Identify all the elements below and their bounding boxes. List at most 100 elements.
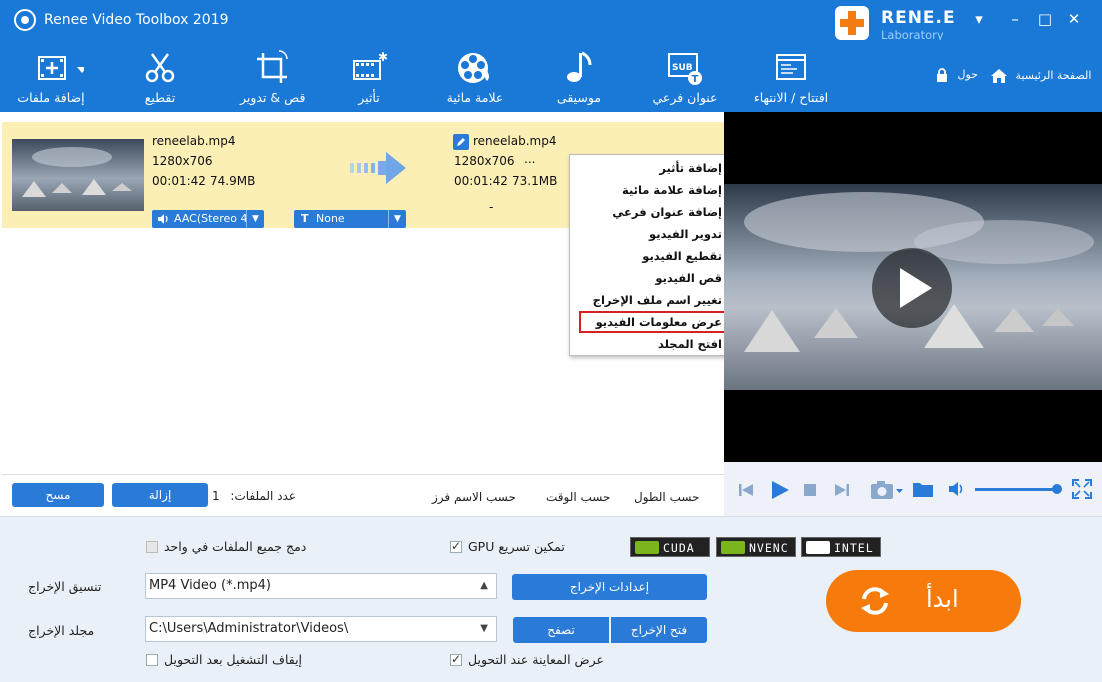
preview-label: عرض المعاينة عند التحويل [468,652,605,667]
scissors-icon [145,53,175,83]
home-link[interactable]: الصفحة الرئيسية [990,68,1091,84]
add-files-button[interactable]: إضافة ملفات [14,40,88,112]
effect-button[interactable]: ✱ تأثير [344,40,394,112]
play-icon[interactable] [770,480,790,500]
camera-icon[interactable] [870,479,904,501]
open-close-button[interactable]: افتتاح / الانتهاء [750,40,832,112]
sort-by-time[interactable]: حسب الوقت [546,490,610,504]
close-button[interactable]: ✕ [1063,8,1085,30]
start-button[interactable]: ابدأ [826,570,1021,632]
brand-name: RENE.E [881,8,956,28]
previous-icon[interactable] [738,482,754,498]
list-action-bar: مسح إزالة 1 عدد الملفات: حسب الاسم فرز ح… [2,474,724,516]
speaker-icon [158,214,168,224]
browse-button[interactable]: تصفح [513,617,609,643]
crop-rotate-button[interactable]: قص & تدوير [240,40,305,112]
svg-text:SUB: SUB [672,63,693,73]
film-reel-icon [458,53,489,83]
window-icon [776,54,806,80]
preview-checkbox[interactable] [450,652,462,666]
music-note-icon [567,51,592,82]
source-duration: 00:01:42 [152,174,206,188]
audio-track-select[interactable]: AAC(Stereo 4 ▼ [152,210,264,228]
output-size: 73.1MB [512,174,558,188]
file-count-value: 1 [212,489,220,503]
volume-slider-track[interactable] [975,488,1057,491]
fullscreen-icon[interactable] [1072,479,1092,499]
menu-dropdown-button[interactable]: ▾ [968,8,990,30]
source-size: 74.9MB [210,174,256,188]
title-bar: Renee Video Toolbox 2019 RENE.E Laborato… [0,0,1102,42]
subtitle-button[interactable]: SUB T عنوان فرعي [650,40,720,112]
chevron-down-icon: ▼ [480,623,488,634]
player-controls [724,462,1102,516]
gpu-checkbox[interactable] [450,539,462,553]
chevron-down-icon: ▼ [388,210,406,228]
maximize-button[interactable]: □ [1034,8,1056,30]
svg-text:✱: ✱ [378,50,388,64]
cuda-badge: CUDA [630,537,710,557]
merge-checkbox[interactable] [146,541,158,553]
chevron-up-icon: ▲ [480,580,488,591]
format-label: تنسيق الإخراج [28,579,102,594]
minimize-button[interactable]: – [1004,8,1026,30]
source-resolution: 1280x706 [152,154,213,168]
menu-item-add-effect[interactable]: إضافة تأثير [659,161,722,175]
preview-frame [724,112,1102,462]
music-button[interactable]: موسيقى [552,40,606,112]
refresh-icon [861,587,889,615]
chevron-down-icon: ▼ [246,210,264,228]
output-duration: 00:01:42 [454,174,508,188]
video-thumbnail [12,139,144,211]
lock-icon [937,68,947,82]
stop-icon[interactable] [804,484,816,496]
sort-by-name[interactable]: حسب الاسم فرز [432,490,516,504]
about-link[interactable]: حول [936,68,978,82]
menu-item-cut-video[interactable]: تقطيع الفيديو [642,249,722,263]
sort-by-length[interactable]: حسب الطول [634,490,699,504]
menu-item-open-folder[interactable]: افتح المجلد [658,337,722,351]
remove-button[interactable]: إزالة [112,483,208,507]
menu-item-rotate-video[interactable]: تدوير الفيديو [649,227,722,241]
output-filename: reneelab.mp4 [473,134,557,148]
cut-button[interactable]: تقطيع [134,40,186,112]
menu-item-add-subtitle[interactable]: إضافة عنوان فرعي [612,205,722,219]
watermark-button[interactable]: علامة مائية [442,40,508,112]
effect-film-icon: ✱ [353,50,388,80]
output-folder-field[interactable]: C:\Users\Administrator\Videos\ ▼ [145,616,497,642]
dash-placeholder: - [489,200,494,214]
output-format-select[interactable]: MP4 Video (*.mp4) ▲ [145,573,497,599]
volume-slider-handle[interactable] [1052,484,1062,494]
folder-icon[interactable] [912,480,934,498]
nvidia-icon [635,541,659,554]
volume-icon[interactable] [948,481,966,497]
shutdown-label: إيقاف التشغيل بعد التحويل [164,652,303,667]
source-filename: reneelab.mp4 [152,134,236,148]
menu-item-add-watermark[interactable]: إضافة علامة مائية [622,183,722,197]
app-logo-icon [14,9,36,31]
subtitle-track-select[interactable]: T None ▼ [294,210,406,228]
file-count-label: عدد الملفات: [230,489,296,503]
menu-item-crop-video[interactable]: قص الفيديو [655,271,722,285]
more-options-icon[interactable]: ... [524,152,535,166]
menu-item-video-info[interactable]: عرض معلومات الفيديو [596,315,722,329]
shutdown-checkbox[interactable] [146,654,158,666]
nvenc-badge: NVENC [716,537,796,557]
folder-label: مجلد الإخراج [28,623,95,638]
intel-icon [806,541,830,554]
crop-icon [257,50,288,83]
add-film-icon [38,56,84,80]
output-resolution: 1280x706 [454,154,515,168]
edit-name-icon[interactable] [453,134,469,150]
svg-text:T: T [692,74,699,85]
toolbar: إضافة ملفات تقطيع قص & تدوير ✱ تأثير علا… [0,40,1102,112]
convert-arrow-icon [350,152,406,184]
open-output-button[interactable]: فتح الإخراج [611,617,707,643]
intel-badge: INTEL [801,537,881,557]
video-preview[interactable] [724,112,1102,462]
nvidia-icon [721,541,745,554]
output-settings-button[interactable]: إعدادات الإخراج [512,574,707,600]
clear-button[interactable]: مسح [12,483,104,507]
menu-item-rename-output[interactable]: تغيير اسم ملف الإخراج [593,293,722,307]
next-icon[interactable] [834,482,850,498]
